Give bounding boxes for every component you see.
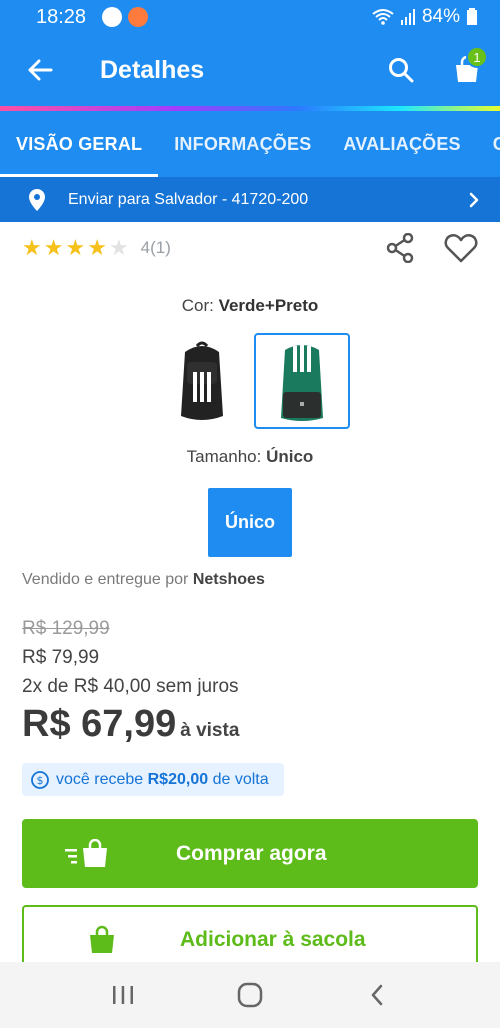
seller-name: Netshoes [192,571,265,588]
star-rating: ★ ★ ★ ★ ★ [22,235,129,261]
tab-reviews[interactable]: AVALIAÇÕES [327,111,476,177]
star-icon: ★ [43,235,64,260]
search-icon [389,58,414,83]
arrow-left-icon [28,59,53,81]
fast-bag-icon [65,838,107,867]
status-right: 84% [372,6,478,28]
location-pin-icon [29,188,45,211]
cart-count-badge: 1 [466,46,488,68]
shopping-bag-icon [90,925,114,953]
star-icon: ★ [65,235,86,260]
heart-icon[interactable] [444,233,478,263]
color-label: Cor: Verde+Preto [0,296,500,316]
star-icon: ★ [87,235,107,260]
tab-bar: VISÃO GERAL INFORMAÇÕES AVALIAÇÕES C [0,111,500,177]
status-bar: 18:28 84% [0,0,500,34]
whatsapp-icon [102,7,123,27]
search-button[interactable] [368,34,434,106]
wifi-icon [372,9,394,25]
recent-apps-icon [113,986,134,1004]
cashback-suffix: de volta [212,770,269,788]
battery-percent: 84% [421,6,460,27]
chevron-left-icon [371,984,382,1006]
cashback-badge: $ você recebe R$20,00 de volta [22,763,284,796]
product-actions [386,233,478,263]
backpack-black-image [181,341,223,420]
cart-button[interactable]: 1 [434,34,500,106]
tab-overview[interactable]: VISÃO GERAL [0,111,159,177]
signal-icon [400,9,415,25]
buy-now-icon-wrap [22,838,152,869]
tab-label: VISÃO GERAL [16,133,143,154]
app-actions: 1 [368,34,500,106]
back-button[interactable] [0,34,80,106]
add-to-bag-icon-wrap [24,925,180,955]
color-swatch-black[interactable] [154,333,250,429]
tab-information[interactable]: INFORMAÇÕES [158,111,327,177]
page-title: Detalhes [100,55,205,84]
size-label-prefix: Tamanho: [186,447,262,466]
price-cash-suffix: à vista [180,720,240,741]
seller-info: Vendido e entregue por Netshoes [22,571,265,589]
size-option-button[interactable]: Único [208,488,292,557]
backpack-green-image [281,344,323,421]
color-value: Verde+Preto [218,296,319,315]
seller-prefix: Vendido e entregue por [22,571,189,588]
app-bar: Detalhes 1 [0,34,500,106]
color-swatch-green-black[interactable] [254,333,350,429]
star-icon: ★ [22,235,42,260]
add-to-bag-label: Adicionar à sacola [180,927,366,951]
tab-label: AVALIAÇÕES [343,133,461,154]
recent-apps-button[interactable] [93,965,153,1025]
cashback-prefix: você recebe [56,770,144,788]
status-time: 18:28 [36,5,87,28]
chrome-icon [128,7,149,27]
shipping-location-bar[interactable]: Enviar para Salvador - 41720-200 [0,177,500,222]
svg-text:$: $ [37,774,44,787]
price-cash: R$ 67,99 [22,703,177,745]
star-empty-icon: ★ [108,235,129,260]
home-button[interactable] [220,965,280,1025]
rating-row: ★ ★ ★ ★ ★ 4(1) [22,228,478,268]
buy-now-button[interactable]: Comprar agora [22,819,478,888]
cashback-icon: $ [31,770,49,789]
color-swatches [154,333,350,429]
tab-label: INFORMAÇÕES [174,133,312,154]
buy-now-label: Comprar agora [176,841,327,865]
home-icon [237,982,263,1008]
chevron-right-icon [469,192,479,207]
shipping-text: Enviar para Salvador - 41720-200 [68,190,309,208]
price-old: R$ 129,99 [22,618,110,639]
share-icon[interactable] [386,233,414,263]
color-label-prefix: Cor: [181,296,214,315]
tab-label: C [492,133,500,154]
rating-count[interactable]: 4(1) [141,238,171,258]
cashback-amount: R$20,00 [147,770,209,788]
size-value: Único [266,447,314,466]
price-main: R$ 67,99 à vista [22,703,239,746]
battery-icon [467,8,477,25]
price-regular: R$ 79,99 [22,647,100,668]
size-label: Tamanho: Único [0,447,500,467]
back-nav-button[interactable] [347,965,407,1025]
tab-more[interactable]: C [477,111,500,177]
price-installments: 2x de R$ 40,00 sem juros [22,676,239,697]
system-nav-bar [0,962,500,1028]
